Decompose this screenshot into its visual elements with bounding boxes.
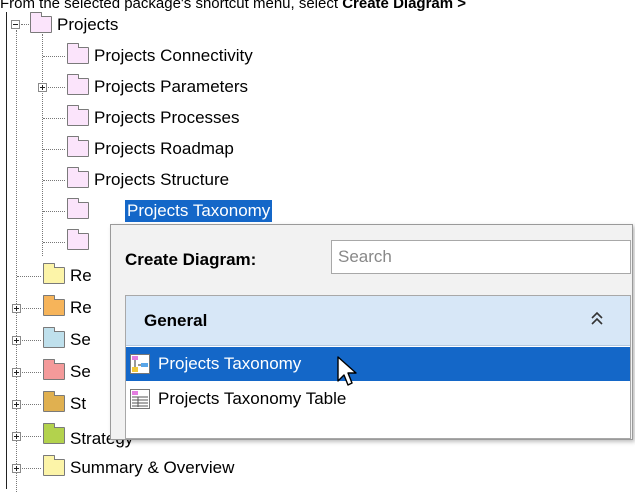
expand-toggle[interactable] xyxy=(12,304,21,313)
package-folder-icon xyxy=(43,455,65,476)
package-folder-icon xyxy=(67,229,89,250)
expand-toggle[interactable] xyxy=(12,336,21,345)
expand-projects-parameters-toggle[interactable] xyxy=(38,83,47,92)
list-item-label: Projects Taxonomy Table xyxy=(158,389,347,408)
package-folder-icon xyxy=(43,391,65,412)
tree-item-st[interactable]: St xyxy=(70,393,86,415)
tree-item-projects-processes[interactable]: Projects Processes xyxy=(94,107,240,129)
package-folder-icon xyxy=(30,12,52,33)
search-input[interactable] xyxy=(331,240,631,274)
double-chevron-up-icon[interactable] xyxy=(588,309,606,329)
tree-item-projects[interactable]: Projects xyxy=(57,14,118,36)
list-item-projects-taxonomy[interactable]: Projects Taxonomy xyxy=(126,347,630,381)
expand-toggle[interactable] xyxy=(12,464,21,473)
package-folder-icon xyxy=(43,295,65,316)
expand-toggle[interactable] xyxy=(12,432,21,441)
package-folder-icon xyxy=(43,423,65,444)
popup-title: Create Diagram: xyxy=(125,250,257,269)
package-folder-icon xyxy=(67,74,89,95)
tree-item-projects-structure[interactable]: Projects Structure xyxy=(94,169,229,191)
collapse-projects-toggle[interactable] xyxy=(11,20,20,29)
tree-item-se-1[interactable]: Se xyxy=(70,329,91,351)
create-diagram-popup: Create Diagram: General Projects Taxonom… xyxy=(110,224,633,440)
list-item-projects-taxonomy-table[interactable]: Projects Taxonomy Table xyxy=(126,382,630,416)
package-folder-icon xyxy=(67,43,89,64)
tree-item-re-2[interactable]: Re xyxy=(70,297,92,319)
package-folder-icon xyxy=(43,263,65,284)
tree-item-projects-taxonomy[interactable]: Projects Taxonomy xyxy=(125,200,273,222)
tree-item-projects-parameters[interactable]: Projects Parameters xyxy=(94,76,248,98)
mouse-pointer-icon xyxy=(337,356,357,386)
tree-item-se-2[interactable]: Se xyxy=(70,361,91,383)
caption-text: From the selected package's shortcut men… xyxy=(0,0,343,12)
taxonomy-table-icon xyxy=(130,389,150,409)
package-folder-icon xyxy=(43,359,65,380)
expand-toggle[interactable] xyxy=(12,400,21,409)
tree-item-summary-overview[interactable]: Summary & Overview xyxy=(70,457,234,479)
tree-item-projects-roadmap[interactable]: Projects Roadmap xyxy=(94,138,234,160)
package-folder-icon xyxy=(43,327,65,348)
group-label: General xyxy=(144,311,208,330)
list-item-label: Projects Taxonomy xyxy=(158,354,302,373)
package-folder-icon xyxy=(67,136,89,157)
expand-toggle[interactable] xyxy=(12,368,21,377)
caption-bold: Create Diagram > xyxy=(342,0,467,12)
tree-item-projects-connectivity[interactable]: Projects Connectivity xyxy=(94,45,253,67)
diagram-type-list: General Projects Taxonomy Projects Taxon… xyxy=(125,295,631,439)
group-header-general[interactable]: General xyxy=(126,296,630,346)
package-folder-icon xyxy=(67,167,89,188)
tree-item-re-1[interactable]: Re xyxy=(70,265,92,287)
package-folder-icon xyxy=(67,198,89,219)
package-folder-icon xyxy=(67,105,89,126)
taxonomy-diagram-icon xyxy=(130,354,150,374)
